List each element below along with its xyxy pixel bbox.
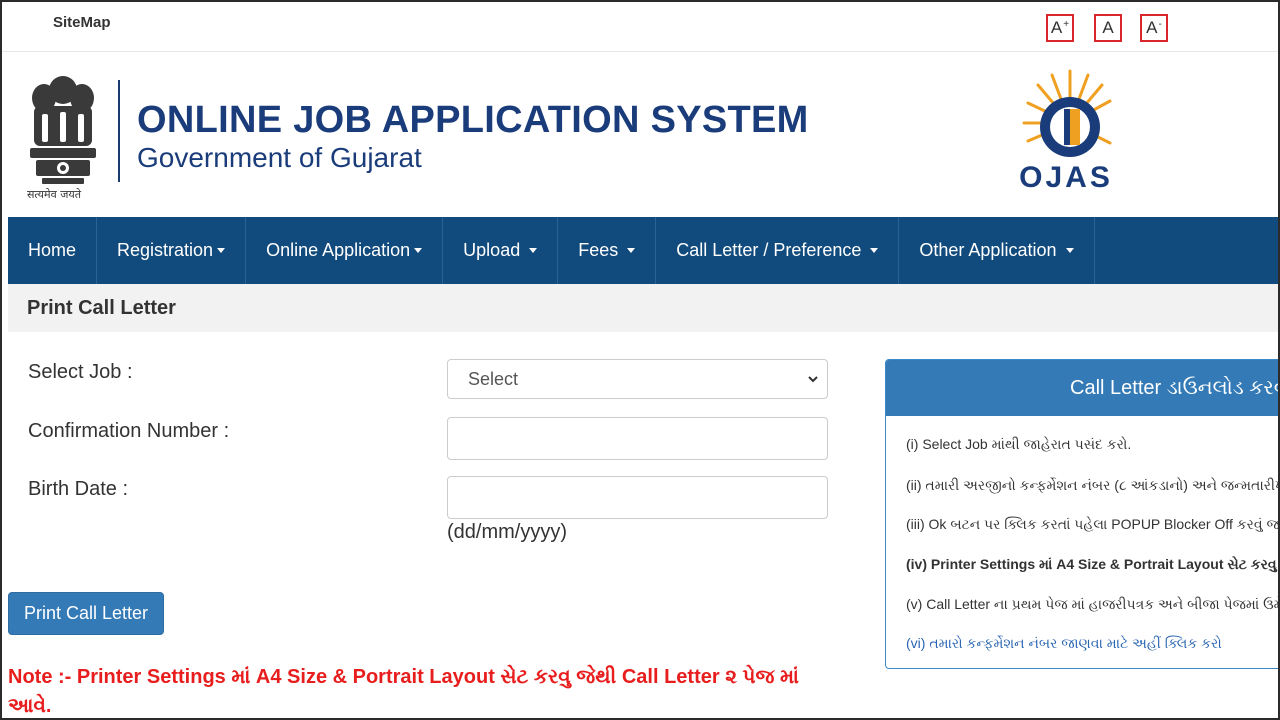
header-divider [118, 80, 120, 182]
font-increase-sup: + [1063, 18, 1070, 30]
birth-date-format-hint: (dd/mm/yyyy) [447, 521, 567, 543]
nav-other-application-label: Other Application [919, 240, 1057, 260]
select-job-label: Select Job : [28, 361, 133, 383]
ojas-logo: OJAS [1019, 69, 1113, 194]
caret-down-icon [217, 248, 226, 253]
caret-down-icon [1065, 248, 1074, 253]
site-subtitle: Government of Gujarat [137, 142, 422, 173]
instruction-item: (ii) તમારી અરજીનો કન્ફર્મેશન નંબર (૮ આંક… [906, 477, 1280, 493]
caret-down-icon [870, 248, 879, 253]
font-normal-button[interactable]: A [1094, 14, 1122, 42]
font-increase-label: A [1050, 18, 1063, 37]
instructions-panel-title: Call Letter ડાઉનલોડ કરવ [886, 360, 1280, 416]
nav-registration[interactable]: Registration [97, 217, 247, 284]
nav-registration-label: Registration [117, 240, 214, 260]
nav-fees-label: Fees [578, 240, 619, 260]
font-decrease-label: A [1146, 18, 1158, 37]
nav-other-application[interactable]: Other Application [899, 217, 1095, 284]
caret-down-icon [529, 248, 538, 253]
main-nav: Home Registration Online Application Upl… [8, 217, 1280, 284]
confirmation-number-label: Confirmation Number : [28, 420, 230, 442]
print-call-letter-button[interactable]: Print Call Letter [8, 592, 164, 635]
nav-online-application-label: Online Application [266, 240, 411, 260]
find-confirmation-number-link[interactable]: (vi) તમારો કન્ફર્મેશન નંબર જાણવા માટે અહ… [906, 635, 1222, 652]
caret-down-icon [414, 248, 423, 253]
top-bar: SiteMap A + A A- [0, 0, 1280, 52]
font-decrease-button[interactable]: A- [1140, 14, 1168, 42]
page-title: Print Call Letter [27, 297, 176, 319]
nav-upload-label: Upload [463, 240, 521, 260]
font-normal-label: A [1102, 18, 1114, 37]
select-job-dropdown[interactable]: Select [447, 359, 828, 399]
national-emblem-icon [30, 76, 96, 184]
nav-home[interactable]: Home [8, 217, 98, 284]
font-increase-button[interactable]: A + [1046, 14, 1074, 42]
emblem-motto: सत्यमेव जयते [27, 188, 82, 201]
ojas-logo-text: OJAS [1019, 161, 1113, 194]
sitemap-link[interactable]: SiteMap [53, 14, 111, 31]
instruction-item: (i) Select Job માંથી જાહેરાત પસંદ કરો. [906, 436, 1132, 452]
nav-online-application[interactable]: Online Application [246, 217, 444, 284]
instruction-item: (v) Call Letter ના પ્રથમ પેજ માં હાજરીપત… [906, 596, 1280, 612]
select-job-value: Select [468, 368, 519, 389]
nav-call-letter-label: Call Letter / Preference [676, 240, 862, 260]
site-title: ONLINE JOB APPLICATION SYSTEM [137, 99, 809, 141]
instructions-panel: Call Letter ડાઉનલોડ કરવ (i) Select Job મ… [885, 359, 1280, 669]
nav-fees[interactable]: Fees [558, 217, 657, 284]
instruction-item: (iv) Printer Settings માં A4 Size & Port… [906, 556, 1277, 572]
nav-call-letter[interactable]: Call Letter / Preference [656, 217, 900, 284]
confirmation-number-input[interactable] [447, 417, 828, 460]
nav-upload[interactable]: Upload [443, 217, 559, 284]
caret-down-icon [627, 248, 636, 253]
printer-settings-note: Note :- Printer Settings માં A4 Size & P… [8, 666, 799, 717]
birth-date-label: Birth Date : [28, 478, 129, 500]
nav-home-label: Home [28, 240, 77, 260]
chevron-down-icon [808, 376, 818, 383]
page-title-band: Print Call Letter [8, 284, 1280, 332]
birth-date-input[interactable] [447, 476, 828, 519]
font-decrease-sup: - [1158, 18, 1162, 30]
instruction-item: (iii) Ok બટન પર ક્લિક કરતાં પહેલા POPUP … [906, 516, 1280, 532]
